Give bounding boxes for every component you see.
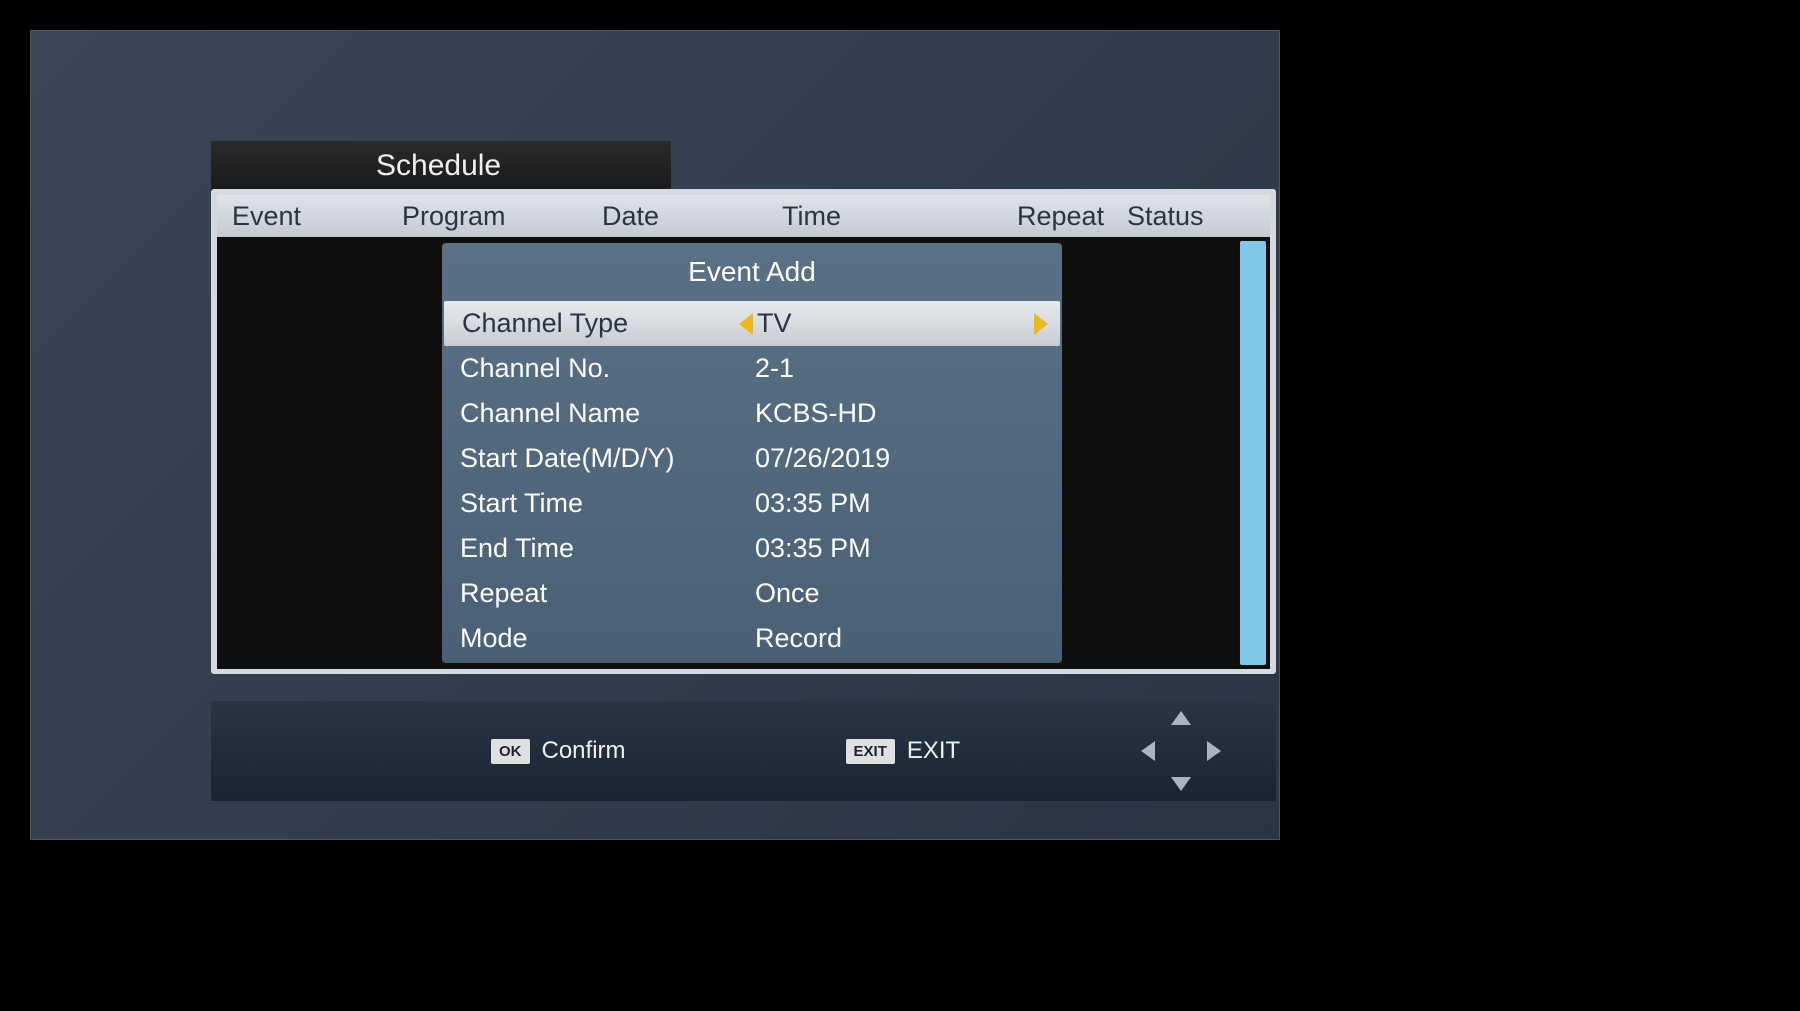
field-label: Start Time [460,488,755,519]
tv-screen: Schedule Event Program Date Time Repeat … [30,30,1280,840]
dpad-right-icon[interactable] [1207,741,1221,761]
field-label: End Time [460,533,755,564]
field-value: TV [757,308,1060,339]
field-label: Channel Name [460,398,755,429]
dialog-title: Event Add [442,243,1062,301]
column-header-time: Time [782,201,1017,232]
table-header: Event Program Date Time Repeat Status [217,195,1270,237]
column-header-event: Event [227,201,402,232]
field-end-time[interactable]: End Time 03:35 PM [442,526,1062,571]
field-value: KCBS-HD [755,398,1062,429]
field-value: Once [755,578,1062,609]
column-header-program: Program [402,201,602,232]
dpad-left-icon[interactable] [1141,741,1155,761]
field-value: 07/26/2019 [755,443,1062,474]
scrollbar[interactable] [1240,241,1266,665]
ok-badge: OK [491,739,530,764]
field-mode[interactable]: Mode Record [442,616,1062,661]
event-add-dialog: Event Add Channel Type TV Channel No. 2-… [442,243,1062,663]
dpad-navigation[interactable] [1141,711,1221,791]
confirm-label: Confirm [542,737,626,765]
field-channel-type[interactable]: Channel Type TV [444,301,1060,346]
confirm-button[interactable]: OK Confirm [491,737,626,765]
page-title-tab: Schedule [211,141,671,191]
field-value: Record [755,623,1062,654]
field-label: Mode [460,623,755,654]
column-header-date: Date [602,201,782,232]
dpad-down-icon[interactable] [1171,777,1191,791]
field-label: Start Date(M/D/Y) [460,443,755,474]
field-channel-no[interactable]: Channel No. 2-1 [442,346,1062,391]
field-value: 03:35 PM [755,533,1062,564]
arrow-right-icon[interactable] [1034,313,1048,335]
field-repeat[interactable]: Repeat Once [442,571,1062,616]
field-value: 2-1 [755,353,1062,384]
field-label: Channel Type [462,308,757,339]
page-title: Schedule [376,149,501,183]
exit-label: EXIT [907,737,960,765]
content-area: Event Add Channel Type TV Channel No. 2-… [217,237,1270,669]
dpad-up-icon[interactable] [1171,711,1191,725]
field-channel-name[interactable]: Channel Name KCBS-HD [442,391,1062,436]
arrow-left-icon[interactable] [739,313,753,335]
exit-button[interactable]: EXIT EXIT [846,737,961,765]
field-start-time[interactable]: Start Time 03:35 PM [442,481,1062,526]
field-value: 03:35 PM [755,488,1062,519]
exit-badge: EXIT [846,739,895,764]
field-label: Repeat [460,578,755,609]
schedule-panel: Event Program Date Time Repeat Status Ev… [211,189,1276,674]
footer-bar: OK Confirm EXIT EXIT [211,701,1276,801]
field-label: Channel No. [460,353,755,384]
column-header-status: Status [1127,201,1227,232]
field-start-date[interactable]: Start Date(M/D/Y) 07/26/2019 [442,436,1062,481]
column-header-repeat: Repeat [1017,201,1127,232]
